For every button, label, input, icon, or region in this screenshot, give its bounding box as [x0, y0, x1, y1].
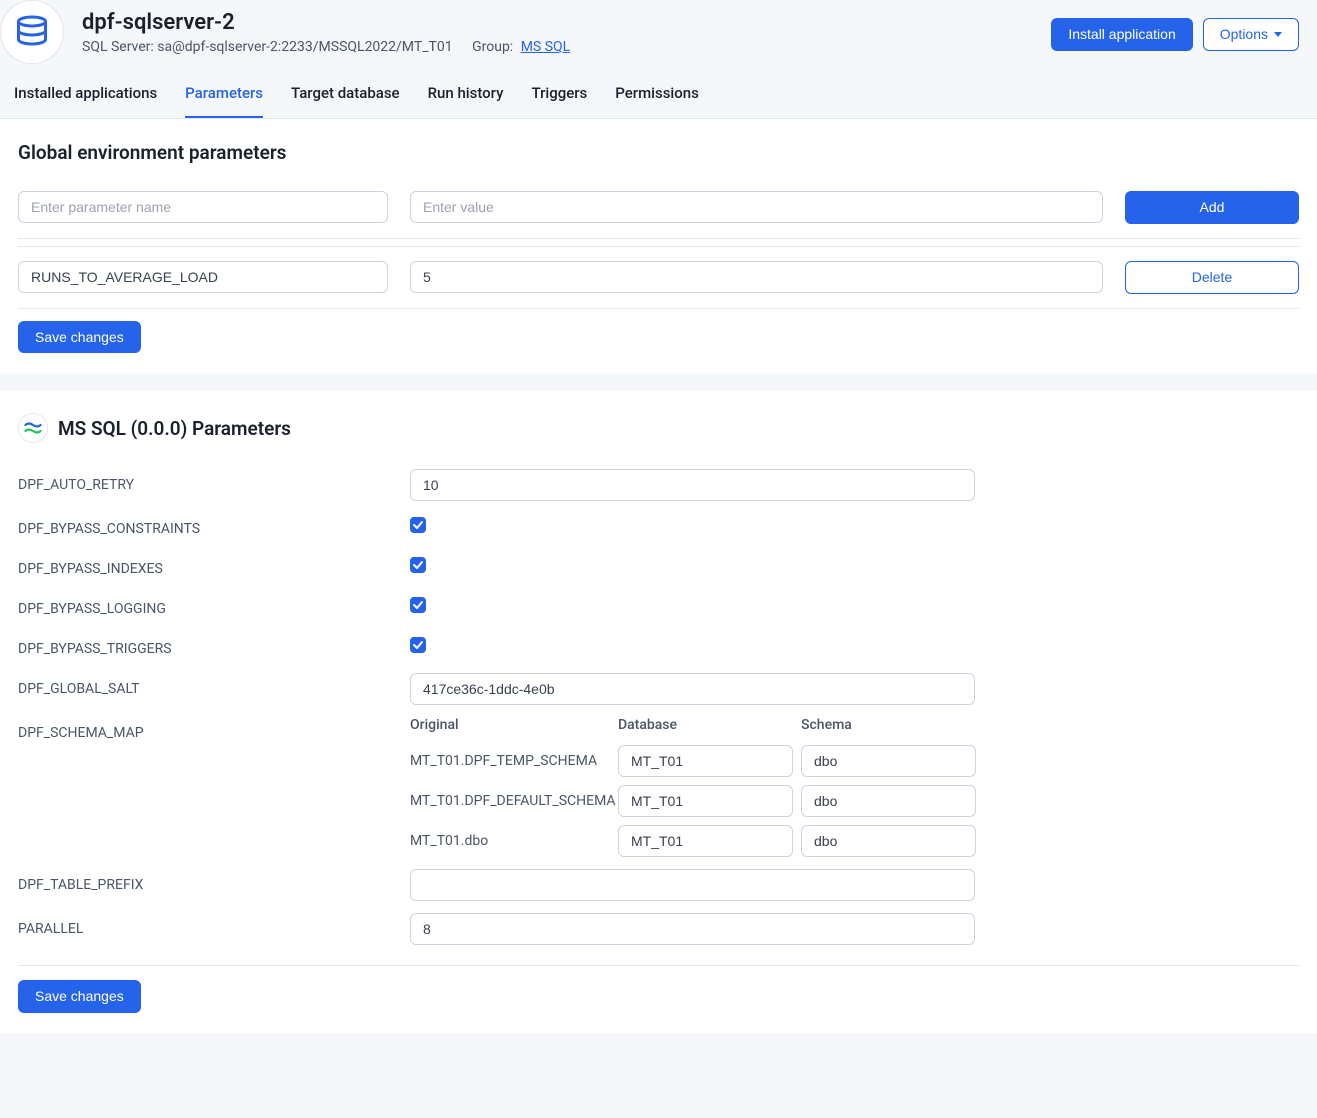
schema-map-original: MT_T01.DPF_DEFAULT_SCHEMA	[410, 786, 610, 816]
schema-map-database-input[interactable]	[618, 785, 793, 817]
delete-parameter-button[interactable]: Delete	[1125, 261, 1299, 294]
parallel-input[interactable]	[410, 913, 975, 945]
tab-triggers[interactable]: Triggers	[531, 84, 587, 118]
dpf-bypass-logging-checkbox[interactable]	[410, 597, 426, 613]
options-button[interactable]: Options	[1203, 18, 1299, 51]
app-params-title: MS SQL (0.0.0) Parameters	[58, 417, 291, 440]
new-param-name-input[interactable]	[18, 191, 388, 223]
dpf-bypass-triggers-checkbox[interactable]	[410, 637, 426, 653]
schema-map-database-input[interactable]	[618, 825, 793, 857]
save-global-params-button[interactable]: Save changes	[18, 321, 141, 354]
new-param-value-input[interactable]	[410, 191, 1103, 223]
schema-map-database-input[interactable]	[618, 745, 793, 777]
param-label: DPF_AUTO_RETRY	[18, 469, 388, 493]
dpf-table-prefix-input[interactable]	[410, 869, 975, 901]
page-title: dpf-sqlserver-2	[82, 10, 570, 35]
param-label: DPF_BYPASS_TRIGGERS	[18, 633, 388, 657]
schema-map-original: MT_T01.dbo	[410, 826, 610, 856]
param-label: DPF_SCHEMA_MAP	[18, 717, 388, 741]
app-icon	[18, 413, 48, 443]
tab-permissions[interactable]: Permissions	[615, 84, 699, 118]
dpf-auto-retry-input[interactable]	[410, 469, 975, 501]
param-value-input[interactable]	[410, 261, 1103, 293]
tab-bar: Installed applications Parameters Target…	[0, 64, 1317, 119]
global-params-title: Global environment parameters	[18, 141, 1299, 164]
schema-map-schema-input[interactable]	[801, 785, 976, 817]
dpf-bypass-indexes-checkbox[interactable]	[410, 557, 426, 573]
param-name-input[interactable]	[18, 261, 388, 293]
dpf-bypass-constraints-checkbox[interactable]	[410, 517, 426, 533]
tab-installed-applications[interactable]: Installed applications	[14, 84, 157, 118]
param-label: DPF_BYPASS_CONSTRAINTS	[18, 513, 388, 537]
schema-map-original: MT_T01.DPF_TEMP_SCHEMA	[410, 746, 610, 776]
schema-map-schema-input[interactable]	[801, 745, 976, 777]
schema-map-col-database: Database	[618, 717, 793, 737]
param-label: DPF_GLOBAL_SALT	[18, 673, 388, 697]
group-link[interactable]: MS SQL	[521, 39, 571, 55]
param-label: DPF_BYPASS_LOGGING	[18, 593, 388, 617]
schema-map-col-original: Original	[410, 717, 610, 737]
install-application-button[interactable]: Install application	[1051, 18, 1192, 51]
schema-map-col-schema: Schema	[801, 717, 976, 737]
param-label: DPF_TABLE_PREFIX	[18, 869, 388, 893]
add-parameter-button[interactable]: Add	[1125, 191, 1299, 224]
tab-target-database[interactable]: Target database	[291, 84, 400, 118]
tab-run-history[interactable]: Run history	[428, 84, 504, 118]
database-icon	[0, 0, 64, 64]
save-app-params-button[interactable]: Save changes	[18, 980, 141, 1013]
tab-parameters[interactable]: Parameters	[185, 84, 263, 118]
page-subtitle: SQL Server: sa@dpf-sqlserver-2:2233/MSSQ…	[82, 39, 570, 55]
schema-map-schema-input[interactable]	[801, 825, 976, 857]
param-label: DPF_BYPASS_INDEXES	[18, 553, 388, 577]
dpf-global-salt-input[interactable]	[410, 673, 975, 705]
param-label: PARALLEL	[18, 913, 388, 937]
